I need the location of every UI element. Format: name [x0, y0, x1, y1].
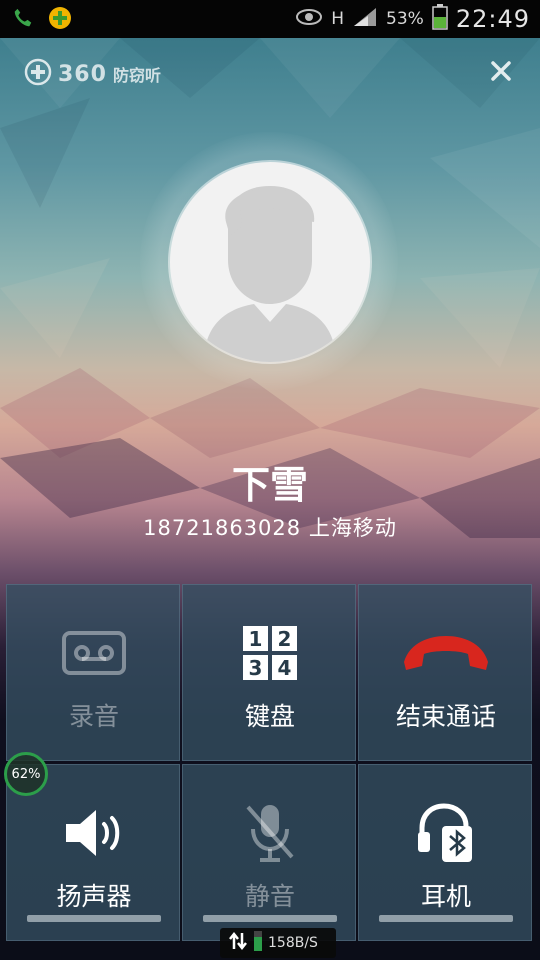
- brand-logo: 360 防窃听: [24, 58, 161, 90]
- bluetooth-headset-icon: [418, 803, 472, 862]
- person-silhouette-icon: [204, 186, 336, 362]
- network-speed-indicator: 158B/S: [220, 928, 336, 958]
- end-call-button[interactable]: 结束通话: [358, 584, 532, 761]
- dialpad-digit-2: 2: [278, 627, 292, 651]
- close-button[interactable]: [486, 56, 516, 86]
- plus-badge-icon: [48, 6, 72, 34]
- transfer-arrows-icon: [228, 931, 248, 955]
- eye-icon: [295, 8, 323, 30]
- shield-plus-icon: [24, 58, 52, 90]
- dialpad-icon: 1 2 3 4: [243, 626, 297, 680]
- status-bar: H 53% 22:49: [0, 0, 540, 38]
- speaker-label: 扬声器: [56, 882, 132, 911]
- caller-number-location: 18721863028 上海移动: [143, 516, 397, 540]
- keypad-button[interactable]: 1 2 3 4 键盘: [182, 584, 356, 761]
- signal-icon: [352, 6, 378, 32]
- headset-button[interactable]: 耳机: [358, 764, 532, 941]
- headset-label: 耳机: [420, 882, 471, 911]
- end-call-icon: [404, 636, 488, 670]
- dialpad-digit-4: 4: [278, 656, 292, 680]
- dialpad-digit-3: 3: [249, 656, 263, 680]
- floating-memory-badge[interactable]: 62%: [4, 752, 48, 796]
- battery-percent: 53%: [386, 9, 424, 29]
- end-call-label: 结束通话: [395, 702, 496, 731]
- mute-label: 静音: [244, 882, 295, 911]
- cassette-icon: [62, 631, 126, 675]
- speaker-indicator: [27, 915, 161, 922]
- mute-indicator: [203, 915, 337, 922]
- close-icon: [491, 61, 511, 81]
- battery-icon: [432, 4, 448, 34]
- headset-indicator: [379, 915, 513, 922]
- keypad-label: 键盘: [244, 702, 295, 731]
- caller-name: 下雪: [231, 463, 308, 507]
- call-controls-grid: 录音 1 2 3 4 键盘 结束通话 扬声器 静音 耳机: [6, 584, 534, 954]
- brand-title: 防窃听: [112, 66, 161, 85]
- mute-mic-icon: [246, 805, 294, 862]
- record-button[interactable]: 录音: [6, 584, 180, 761]
- status-clock: 22:49: [455, 5, 530, 33]
- mute-button[interactable]: 静音: [182, 764, 356, 941]
- brand-name: 360: [58, 61, 107, 87]
- record-label: 录音: [68, 702, 119, 731]
- speed-level-icon: [254, 931, 262, 955]
- speed-value: 158B/S: [268, 935, 318, 951]
- phone-icon: [12, 7, 34, 33]
- caller-avatar: [170, 162, 370, 362]
- speaker-icon: [66, 810, 120, 856]
- dialpad-digit-1: 1: [249, 627, 263, 651]
- network-type: H: [331, 9, 345, 29]
